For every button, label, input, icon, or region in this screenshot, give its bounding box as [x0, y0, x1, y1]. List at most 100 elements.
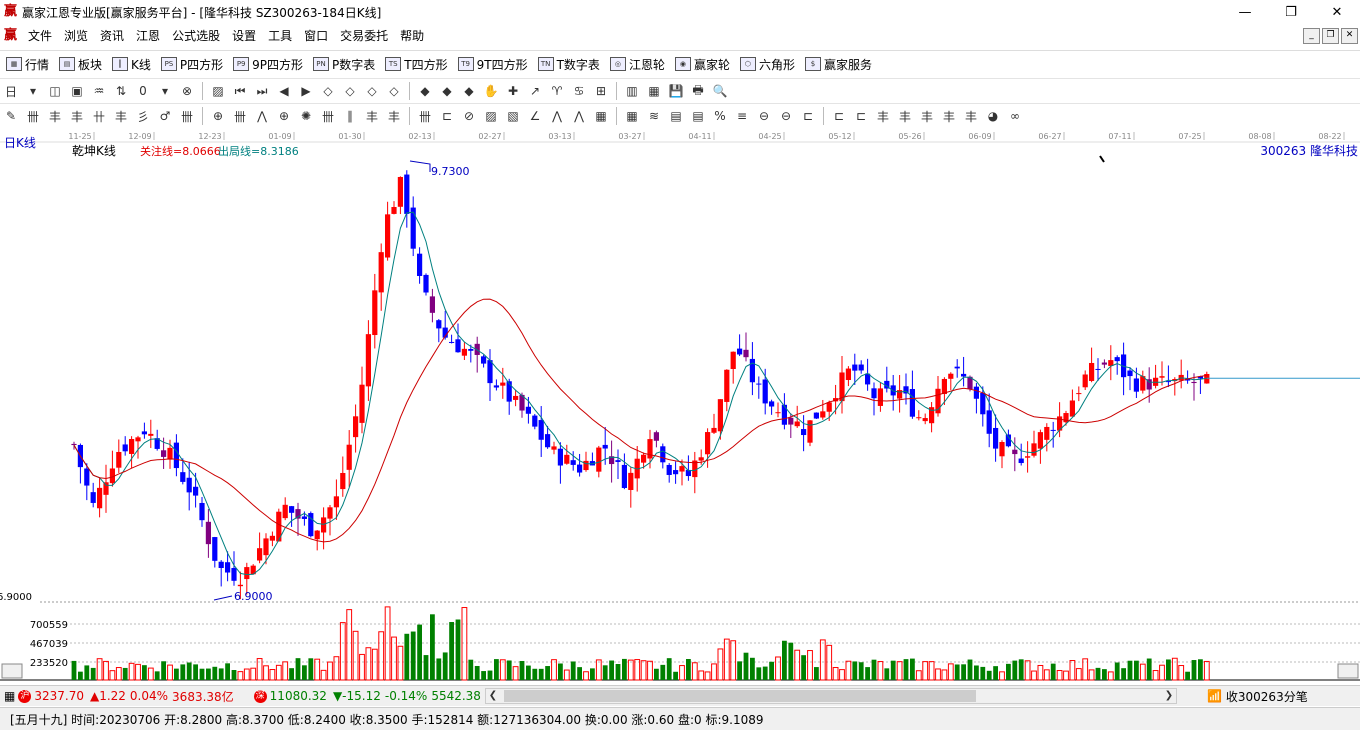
- tool-icon[interactable]: ∠: [526, 107, 544, 125]
- scroll-right-icon[interactable]: ❯: [1162, 689, 1176, 703]
- tool-icon[interactable]: 卌: [319, 107, 337, 125]
- menu-formula[interactable]: 公式选股: [166, 24, 226, 48]
- tool-icon[interactable]: 丰: [68, 107, 86, 125]
- tool-icon[interactable]: ∞: [1006, 107, 1024, 125]
- scroll-left-icon[interactable]: ❮: [486, 689, 500, 703]
- toolbar-9p-square-button[interactable]: P9 9P四方形: [233, 56, 303, 73]
- tool-icon[interactable]: ✎: [2, 107, 20, 125]
- menu-gann[interactable]: 江恩: [130, 24, 166, 48]
- tool-icon[interactable]: 丰: [112, 107, 130, 125]
- tool-icon[interactable]: 卌: [24, 107, 42, 125]
- grid-icon[interactable]: ▦: [4, 689, 15, 703]
- tool-icon[interactable]: ⊖: [755, 107, 773, 125]
- tool-icon[interactable]: ◇: [363, 82, 381, 100]
- tool-icon[interactable]: ▧: [504, 107, 522, 125]
- tool-icon[interactable]: ▣: [68, 82, 86, 100]
- toolbar-gann-wheel-button[interactable]: ◎ 江恩轮: [609, 56, 665, 73]
- menu-window[interactable]: 窗口: [298, 24, 334, 48]
- tool-icon[interactable]: ▥: [623, 82, 641, 100]
- tool-icon[interactable]: ⋀: [548, 107, 566, 125]
- tool-icon[interactable]: ♈: [548, 82, 566, 100]
- tool-icon[interactable]: ▾: [156, 82, 174, 100]
- tool-icon[interactable]: 日: [2, 82, 20, 100]
- tool-icon[interactable]: ⊏: [830, 107, 848, 125]
- tool-icon[interactable]: 🔍: [711, 82, 729, 100]
- toolbar-grid-button[interactable]: ▦ 行情: [6, 56, 49, 73]
- tool-icon[interactable]: ▤: [689, 107, 707, 125]
- tool-icon[interactable]: 丰: [385, 107, 403, 125]
- tool-icon[interactable]: 彡: [134, 107, 152, 125]
- tool-icon[interactable]: ▨: [482, 107, 500, 125]
- menu-help[interactable]: 帮助: [394, 24, 430, 48]
- tool-icon[interactable]: ◆: [416, 82, 434, 100]
- tool-icon[interactable]: 丰: [940, 107, 958, 125]
- tool-icon[interactable]: ◕: [984, 107, 1002, 125]
- tool-icon[interactable]: 卄: [90, 107, 108, 125]
- horizontal-scrollbar[interactable]: ❮ ❯: [484, 688, 1177, 704]
- tool-icon[interactable]: ⏭: [253, 82, 271, 100]
- tool-icon[interactable]: 🖶: [689, 82, 707, 100]
- tool-icon[interactable]: ▨: [209, 82, 227, 100]
- tool-icon[interactable]: ✚: [504, 82, 522, 100]
- tool-icon[interactable]: ⊕: [275, 107, 293, 125]
- scroll-thumb[interactable]: [503, 690, 976, 702]
- tool-icon[interactable]: %: [711, 107, 729, 125]
- tool-icon[interactable]: ▦: [592, 107, 610, 125]
- tool-icon[interactable]: ◫: [46, 82, 64, 100]
- menu-tools[interactable]: 工具: [262, 24, 298, 48]
- tool-icon[interactable]: ≋: [645, 107, 663, 125]
- toolbar-dollar-button[interactable]: $ 赢家服务: [804, 56, 872, 73]
- toolbar-t-square-button[interactable]: TS T四方形: [385, 56, 448, 73]
- tool-icon[interactable]: ✋: [482, 82, 500, 100]
- tool-icon[interactable]: ⊏: [438, 107, 456, 125]
- tool-icon[interactable]: 0: [134, 82, 152, 100]
- toolbar-p-square-button[interactable]: PS P四方形: [160, 56, 223, 73]
- tool-icon[interactable]: ⊏: [852, 107, 870, 125]
- toolbar-9t-square-button[interactable]: T9 9T四方形: [457, 56, 528, 73]
- tool-icon[interactable]: 丰: [962, 107, 980, 125]
- kline-chart[interactable]: 11-25 12-09 12-23 01-09 01-30 02-13 02-27 03-13…: [0, 128, 1360, 684]
- toolbar-winner-wheel-button[interactable]: ◉ 赢家轮: [674, 56, 730, 73]
- tool-icon[interactable]: ⊘: [460, 107, 478, 125]
- toolbar-kline-button[interactable]: ┃ K线: [112, 56, 151, 73]
- tool-icon[interactable]: ▦: [645, 82, 663, 100]
- tool-icon[interactable]: ≡: [733, 107, 751, 125]
- tool-icon[interactable]: 丰: [918, 107, 936, 125]
- minimize-button[interactable]: —: [1222, 0, 1268, 24]
- tool-icon[interactable]: ◇: [319, 82, 337, 100]
- close-button[interactable]: ✕: [1314, 0, 1360, 24]
- tool-icon[interactable]: ⏮: [231, 82, 249, 100]
- tool-icon[interactable]: 卌: [231, 107, 249, 125]
- mdi-minimize-button[interactable]: _: [1303, 28, 1320, 44]
- tool-icon[interactable]: ◀: [275, 82, 293, 100]
- tool-icon[interactable]: ⊞: [592, 82, 610, 100]
- tool-icon[interactable]: ⊏: [799, 107, 817, 125]
- menu-info[interactable]: 资讯: [94, 24, 130, 48]
- restore-button[interactable]: ❐: [1268, 0, 1314, 24]
- toolbar-hexagon-button[interactable]: ⬡ 六角形: [739, 56, 795, 73]
- menu-trade[interactable]: 交易委托: [334, 24, 394, 48]
- tool-icon[interactable]: ↗: [526, 82, 544, 100]
- tool-icon[interactable]: ∥: [341, 107, 359, 125]
- toolbar-sector-button[interactable]: ▤ 板块: [59, 56, 102, 73]
- tool-icon[interactable]: 丰: [363, 107, 381, 125]
- tool-icon[interactable]: ◇: [385, 82, 403, 100]
- mdi-restore-button[interactable]: ❐: [1322, 28, 1339, 44]
- tool-icon[interactable]: ⊖: [777, 107, 795, 125]
- toolbar-t-number-button[interactable]: TN T数字表: [537, 56, 600, 73]
- tool-icon[interactable]: ▾: [24, 82, 42, 100]
- tool-icon[interactable]: ♋: [570, 82, 588, 100]
- toolbar-p-number-button[interactable]: PN P数字表: [313, 56, 375, 73]
- tool-icon[interactable]: ◆: [438, 82, 456, 100]
- tool-icon[interactable]: ✺: [297, 107, 315, 125]
- chart-area[interactable]: 11-25 12-09 12-23 01-09 01-30 02-13 02-27 03-13…: [0, 128, 1360, 684]
- tool-icon[interactable]: 丰: [896, 107, 914, 125]
- menu-settings[interactable]: 设置: [226, 24, 262, 48]
- tool-icon[interactable]: ⇅: [112, 82, 130, 100]
- tool-icon[interactable]: ♒: [90, 82, 108, 100]
- tool-icon[interactable]: ♂: [156, 107, 174, 125]
- mdi-close-button[interactable]: ✕: [1341, 28, 1358, 44]
- tool-icon[interactable]: ▦: [623, 107, 641, 125]
- tool-icon[interactable]: 卌: [416, 107, 434, 125]
- tool-icon[interactable]: 丰: [46, 107, 64, 125]
